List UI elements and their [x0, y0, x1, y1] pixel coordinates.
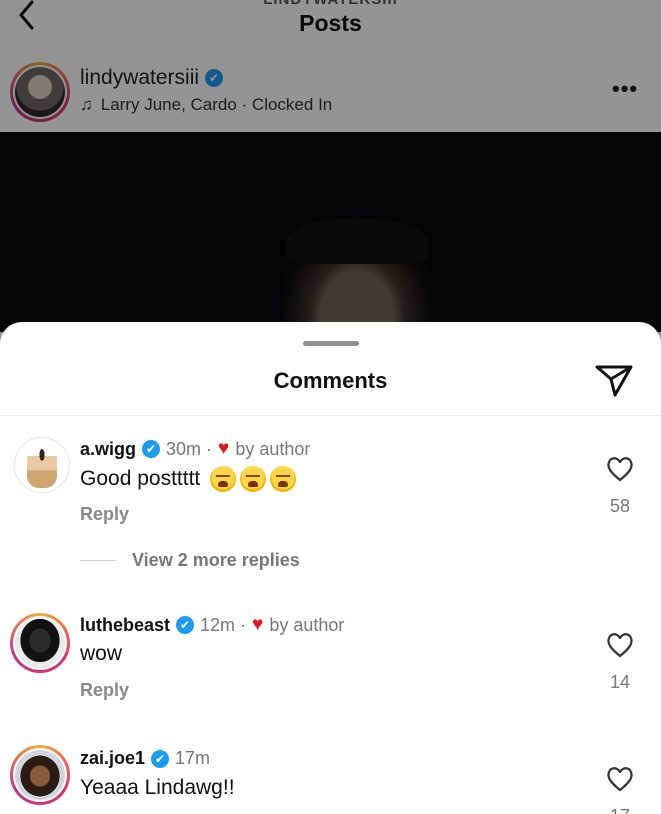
like-count: 58 [609, 496, 631, 516]
view-more-replies[interactable]: View 2 more replies [80, 550, 300, 571]
like-count: 17 [590, 806, 650, 814]
crying-emoji [270, 466, 297, 492]
comment-text: Good posttttt [80, 466, 297, 492]
comment-time: 12m · [200, 614, 247, 635]
commenter-avatar[interactable] [14, 437, 70, 493]
like-icon[interactable] [606, 456, 634, 482]
comment-text: Yeaaa Lindawg!! [80, 776, 235, 799]
crying-emoji [240, 466, 267, 492]
sheet-backdrop[interactable] [0, 0, 661, 360]
verified-icon: ✔ [176, 616, 195, 634]
sheet-divider [0, 415, 661, 416]
crying-emoji [210, 466, 237, 492]
verified-icon: ✔ [151, 749, 170, 768]
comments-sheet: Comments a.wigg ✔ 30m · ♥ by author Good… [0, 322, 661, 814]
comment-time: 17m [175, 748, 211, 768]
send-icon[interactable] [594, 362, 634, 398]
comment-time: 30m · [166, 438, 213, 459]
heart-icon: ♥ [218, 438, 230, 459]
comment-text: wow [80, 642, 123, 665]
commenter-avatar[interactable] [10, 613, 70, 673]
comment-username[interactable]: zai.joe1 [80, 748, 145, 769]
liked-by-author: by author [269, 614, 345, 635]
drag-handle[interactable] [303, 341, 359, 346]
comment-username[interactable]: luthebeast [80, 615, 170, 636]
commenter-avatar[interactable] [10, 745, 70, 805]
liked-by-author: by author [235, 438, 311, 459]
like-icon[interactable] [606, 632, 634, 658]
verified-icon: ✔ [142, 440, 161, 458]
comment-meta: a.wigg ✔ 30m · ♥ by author [80, 438, 310, 460]
comment-meta: zai.joe1 ✔ 17m [80, 748, 210, 769]
sheet-title: Comments [273, 368, 388, 393]
heart-icon: ♥ [252, 614, 264, 635]
reply-button[interactable]: Reply [80, 680, 129, 701]
like-icon[interactable] [606, 766, 634, 792]
comment-username[interactable]: a.wigg [80, 439, 136, 460]
like-count: 14 [609, 672, 631, 692]
comment-meta: luthebeast ✔ 12m · ♥ by author [80, 614, 344, 636]
reply-button[interactable]: Reply [80, 504, 129, 525]
